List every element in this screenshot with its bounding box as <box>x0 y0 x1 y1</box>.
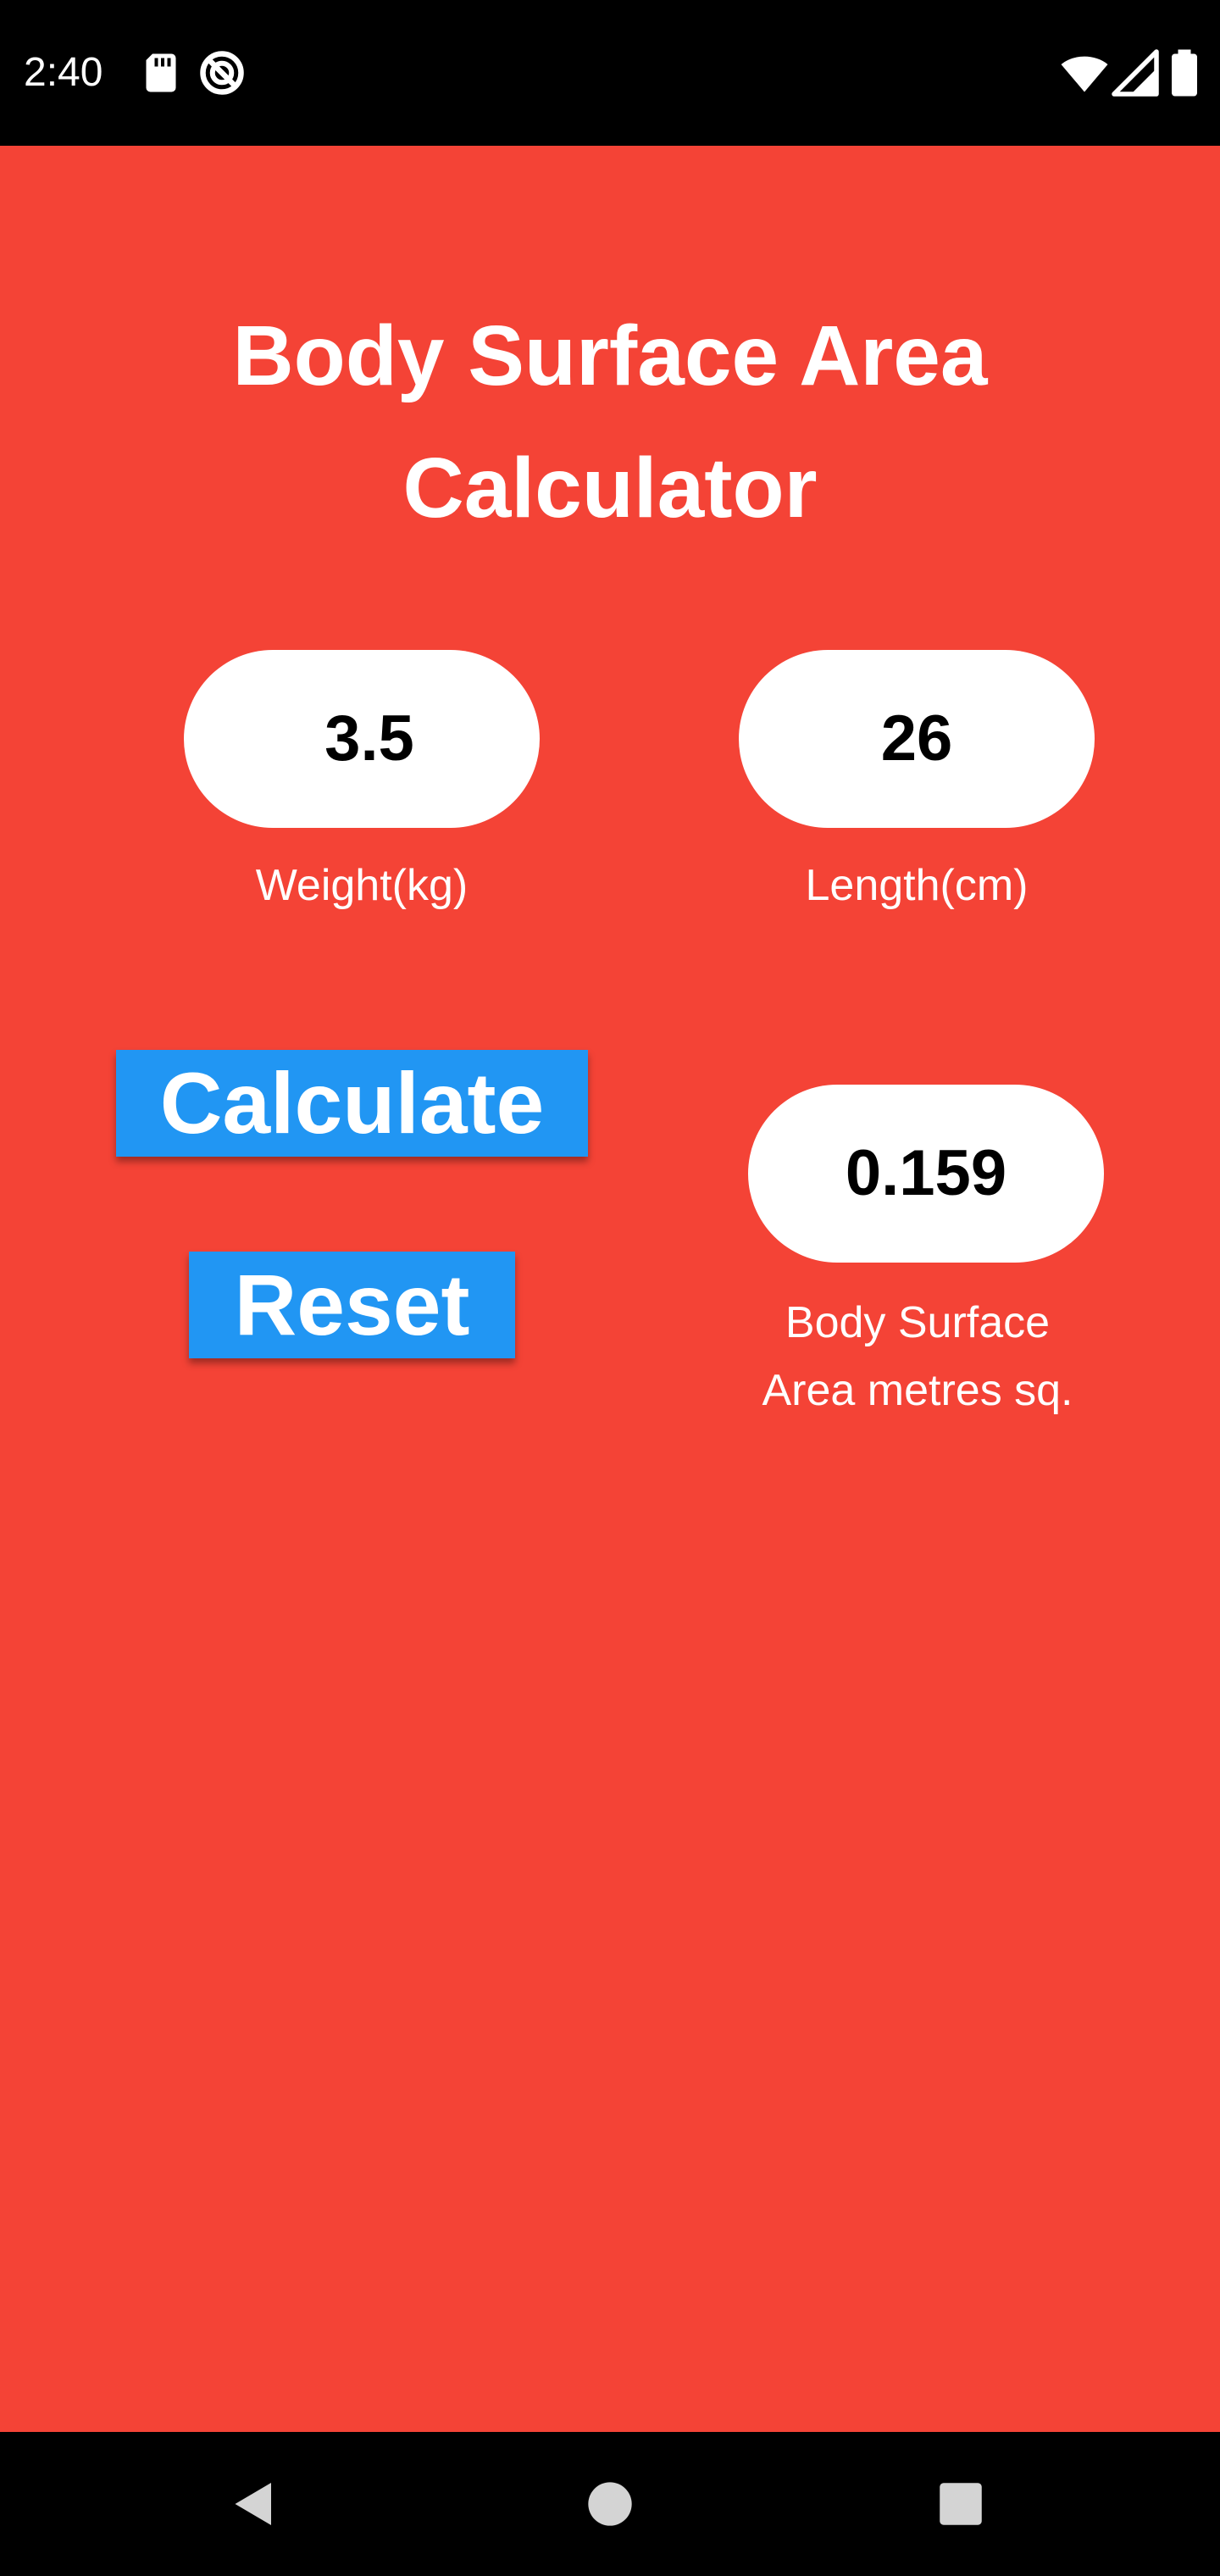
length-input[interactable]: 26 <box>739 650 1095 828</box>
cell-signal-icon <box>1112 49 1159 97</box>
recents-icon[interactable] <box>938 2481 984 2527</box>
weight-label: Weight(kg) <box>255 861 469 910</box>
back-icon[interactable] <box>229 2479 280 2529</box>
page-title: Body Surface Area Calculator <box>0 290 1220 554</box>
do-not-disturb-icon <box>200 51 244 95</box>
battery-icon <box>1172 49 1197 97</box>
reset-button[interactable]: Reset <box>189 1252 515 1358</box>
length-label: Length(cm) <box>805 861 1029 910</box>
weight-input[interactable]: 3.5 <box>184 650 540 828</box>
wifi-icon <box>1061 56 1108 92</box>
status-bar: 2:40 <box>0 0 1220 146</box>
result-field: 0.159 <box>748 1085 1104 1263</box>
title-line-1: Body Surface Area <box>232 308 988 403</box>
result-label-line-1: Body Surface <box>785 1298 1051 1347</box>
result-label-line-2: Area metres sq. <box>762 1366 1073 1415</box>
calculate-button[interactable]: Calculate <box>116 1050 588 1157</box>
sd-card-icon <box>146 53 176 92</box>
calculator-screen: Body Surface Area Calculator 3.5 Weight(… <box>0 146 1220 2432</box>
title-line-2: Calculator <box>402 441 818 536</box>
status-time: 2:40 <box>24 50 103 95</box>
result-label: Body Surface Area metres sq. <box>714 1289 1121 1424</box>
home-icon[interactable] <box>586 2480 634 2528</box>
